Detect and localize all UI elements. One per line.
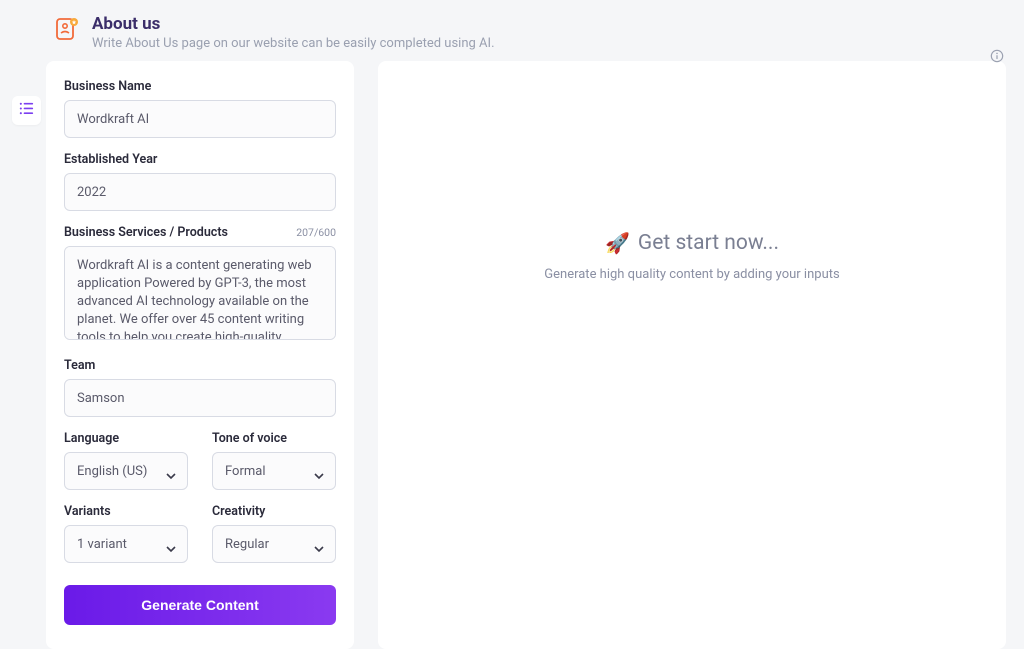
language-select[interactable]: English (US)	[64, 452, 188, 490]
creativity-label: Creativity	[212, 504, 265, 519]
established-year-input[interactable]	[64, 173, 336, 211]
generate-content-button[interactable]: Generate Content	[64, 585, 336, 625]
business-name-label: Business Name	[64, 79, 151, 94]
output-title: 🚀 Get start now...	[605, 231, 779, 255]
page-title: About us	[92, 14, 495, 34]
output-title-text: Get start now...	[638, 231, 779, 255]
team-label: Team	[64, 358, 95, 373]
creativity-select[interactable]: Regular	[212, 525, 336, 563]
business-name-input[interactable]	[64, 100, 336, 138]
services-textarea[interactable]	[64, 246, 336, 340]
output-subtitle: Generate high quality content by adding …	[544, 267, 839, 282]
rocket-icon: 🚀	[605, 231, 630, 255]
language-label: Language	[64, 431, 119, 446]
page-subtitle: Write About Us page on our website can b…	[92, 36, 495, 51]
services-char-counter: 207/600	[296, 226, 336, 239]
info-icon[interactable]	[990, 48, 1004, 62]
tone-select[interactable]: Formal	[212, 452, 336, 490]
sidebar-toggle[interactable]	[12, 96, 41, 125]
list-icon	[18, 100, 35, 121]
about-us-icon	[54, 16, 80, 42]
page-header: About us Write About Us page on our webs…	[0, 0, 1024, 61]
services-label: Business Services / Products	[64, 225, 228, 240]
variants-select[interactable]: 1 variant	[64, 525, 188, 563]
input-form-card: Business Name Established Year Business …	[46, 61, 354, 649]
team-input[interactable]	[64, 379, 336, 417]
output-placeholder-card: 🚀 Get start now... Generate high quality…	[378, 61, 1006, 649]
tone-label: Tone of voice	[212, 431, 287, 446]
established-year-label: Established Year	[64, 152, 157, 167]
variants-label: Variants	[64, 504, 111, 519]
